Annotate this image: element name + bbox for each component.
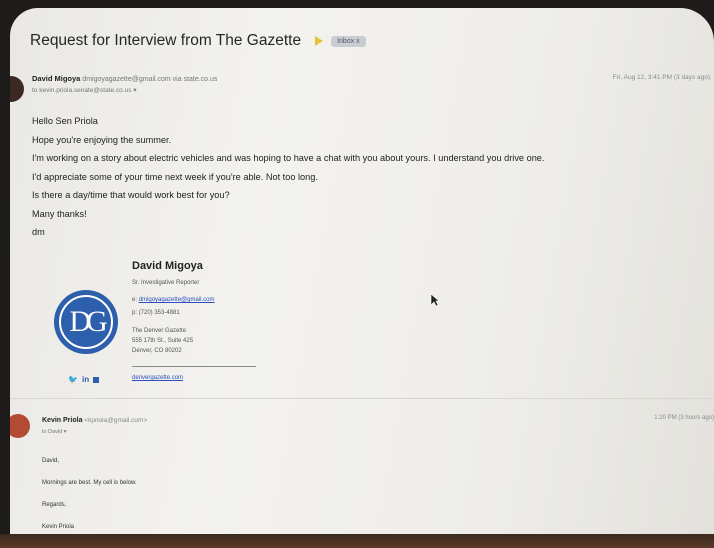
signature-phone: p: (720) 353-4881	[132, 310, 180, 316]
social-links: 🐦 in	[68, 375, 100, 384]
message-date: Fri, Aug 12, 3:41 PM (3 days ago)	[612, 74, 710, 81]
avatar	[10, 76, 24, 102]
inbox-label-chip[interactable]: Inbox x	[331, 35, 366, 47]
signature-email-prefix: e:	[132, 297, 138, 303]
twitter-icon[interactable]: 🐦	[68, 375, 78, 384]
sender-name: David Migoya	[32, 74, 81, 83]
reply-line: Mornings are best. My cell is below.	[42, 480, 137, 486]
body-line: Hope you're enjoying the summer.	[32, 134, 172, 145]
sender-email: dmigoyagazette@gmail.com via state.co.us	[82, 76, 218, 83]
message-body: Hello Sen Priola Hope you're enjoying th…	[32, 112, 544, 242]
subject-row: Request for Interview from The Gazette I…	[30, 32, 366, 50]
logo-text: DG	[59, 295, 113, 349]
sender-line: David Migoya dmigoyagazette@gmail.com vi…	[32, 74, 217, 83]
sender-name: Kevin Priola	[42, 417, 83, 424]
signature-street: 555 17th St., Suite 425	[132, 338, 194, 344]
signature-title: Sr. Investigative Reporter	[132, 280, 200, 286]
chevron-down-icon[interactable]: ▾	[64, 429, 67, 435]
signoff: Many thanks!	[32, 208, 87, 219]
signature-website-link[interactable]: denvergazette.com	[132, 375, 183, 381]
message-divider	[10, 398, 714, 399]
mouse-pointer-icon	[430, 293, 440, 307]
signature-org: The Denver Gazette	[132, 328, 187, 334]
body-line: I'd appreciate some of your time next we…	[32, 171, 318, 182]
message-date: 1:20 PM (3 hours ago)	[654, 415, 714, 421]
linkedin-icon[interactable]: in	[82, 375, 89, 384]
recipient-text: to kevin.priola.senate@state.co.us	[32, 87, 132, 94]
signature-email-link[interactable]: dmigoyagazette@gmail.com	[139, 297, 215, 303]
recipient-text: to David	[42, 429, 63, 435]
email-screen: Request for Interview from The Gazette I…	[10, 8, 714, 540]
body-line: Is there a day/time that would work best…	[32, 190, 230, 200]
monitor-bezel	[0, 534, 714, 548]
sender-email: <kpriola@gmail.com>	[84, 417, 148, 424]
instagram-icon[interactable]	[93, 376, 100, 383]
email-subject: Request for Interview from The Gazette	[30, 32, 302, 49]
recipient-line[interactable]: to David ▾	[42, 429, 66, 435]
signature-city: Denver, CO 80202	[132, 348, 182, 354]
chevron-down-icon[interactable]: ▾	[133, 87, 136, 94]
reply-line: Regards,	[42, 502, 67, 508]
signature-email-line: e: dmigoyagazette@gmail.com	[132, 297, 214, 303]
body-line: I'm working on a story about electric ve…	[32, 153, 545, 163]
initials: dm	[32, 227, 45, 237]
signature-divider	[132, 366, 256, 367]
avatar	[10, 414, 30, 438]
sender-line: Kevin Priola <kpriola@gmail.com>	[42, 417, 147, 424]
signature-address: The Denver Gazette 555 17th St., Suite 4…	[132, 326, 193, 356]
greeting: Hello Sen Priola	[32, 116, 98, 126]
signature-name: David Migoya	[132, 260, 203, 272]
reply-line: David,	[42, 458, 60, 464]
recipient-line[interactable]: to kevin.priola.senate@state.co.us ▾	[32, 86, 137, 94]
reply-body: David, Mornings are best. My cell is bel…	[42, 450, 137, 538]
important-marker-icon[interactable]	[315, 36, 324, 46]
gazette-logo: DG	[54, 290, 118, 354]
